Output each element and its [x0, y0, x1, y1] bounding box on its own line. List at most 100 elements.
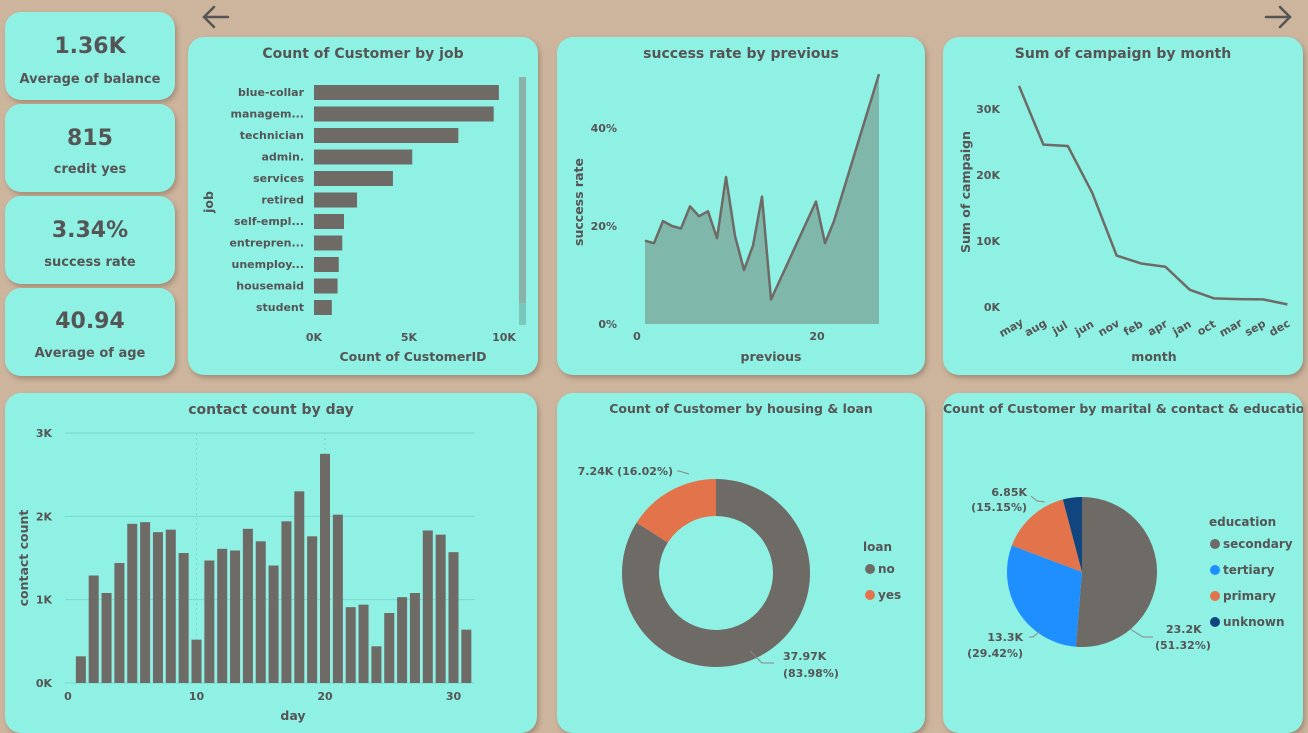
data-label: 7.24K (16.02%) [578, 465, 673, 478]
education-pie-chart: 23.2K (51.32%) 13.3K (29.42%) 6.85K (15.15%) e… [967, 486, 1293, 660]
arrow-right-icon[interactable] [1262, 4, 1294, 30]
day-bar [371, 646, 382, 683]
kpi-card-balance: 1.36K Average of balance [5, 12, 175, 100]
y-axis-label: contact count [16, 510, 31, 607]
leader-line [1030, 495, 1046, 503]
y-tick-label: 0% [598, 318, 617, 331]
y-tick-label: 40% [591, 122, 617, 135]
legend-marker [1210, 591, 1220, 601]
day-bar [320, 453, 330, 683]
y-axis-label: success rate [571, 158, 586, 246]
day-bar [294, 491, 305, 683]
day-bar [101, 593, 112, 683]
arrow-left-icon[interactable] [200, 4, 232, 30]
kpi-value: 815 [67, 126, 113, 151]
legend-marker [1210, 617, 1220, 627]
day-bar [217, 548, 228, 683]
housing-loan-donut-card: Count of Customer by housing & loan 37.9… [557, 393, 925, 733]
legend-label: tertiary [1223, 563, 1275, 577]
kpi-card-age: 40.94 Average of age [5, 288, 175, 376]
day-bar [114, 563, 125, 683]
job-bar [314, 149, 413, 165]
day-bar [178, 553, 189, 683]
job-tick-label: entrepren... [229, 237, 304, 250]
data-label: 6.85K [991, 486, 1027, 499]
y-tick-label: 20K [976, 169, 1000, 182]
y-tick-label: 0K [36, 677, 53, 690]
series-line [1017, 85, 1288, 306]
day-bar [397, 597, 408, 683]
day-bar [242, 528, 253, 683]
success-rate-area-chart: 0% 20% 40% 0 20 previous success rate [571, 73, 881, 364]
x-tick-label: 0 [64, 690, 72, 703]
day-bar [140, 522, 151, 683]
job-bar [314, 106, 494, 122]
day-bar [409, 593, 420, 683]
data-label: (29.42%) [967, 647, 1023, 660]
x-tick-label: 0K [306, 331, 323, 344]
x-tick-label: 30 [446, 690, 462, 703]
y-tick-label: 30K [976, 103, 1000, 116]
y-axis-label: job [201, 191, 216, 214]
job-tick-label: blue-collar [238, 86, 305, 99]
job-bar-chart-card: Count of Customer by job blue-collar mana… [188, 37, 538, 375]
job-tick-label: unemploy... [232, 258, 304, 271]
kpi-card-credit: 815 credit yes [5, 104, 175, 192]
legend-marker [1210, 539, 1220, 549]
campaign-line-chart-card: Sum of campaign by month 0K 10K 20K 30K may a… [943, 37, 1303, 375]
data-label: (83.98%) [783, 667, 839, 680]
job-tick-label: student [256, 301, 304, 314]
x-tick-label: jul [1049, 318, 1070, 337]
legend-label: unknown [1223, 615, 1284, 629]
chart-title: success rate by previous [643, 46, 839, 62]
x-tick-label: jun [1072, 317, 1096, 338]
job-bar [314, 214, 345, 229]
day-bar [165, 529, 176, 683]
day-bar [268, 565, 279, 683]
x-tick-label: sep [1243, 317, 1269, 339]
housing-loan-donut-chart: 37.97K (83.98%) 7.24K (16.02%) loan no yes [578, 465, 901, 680]
chart-title: contact count by day [188, 402, 354, 418]
day-bar [307, 536, 318, 683]
y-tick-label: 2K [36, 510, 53, 523]
day-bar [75, 656, 86, 683]
day-bar [345, 607, 356, 683]
chart-title: Count of Customer by job [262, 46, 464, 62]
chart-title: Count of Customer by housing & loan [609, 401, 873, 416]
data-label: 13.3K [987, 631, 1023, 644]
x-tick-label: 0 [633, 330, 641, 343]
job-bar-chart: blue-collar managem... technician admin. ser… [201, 77, 526, 364]
pie-slice [1075, 497, 1157, 647]
y-tick-label: 3K [36, 427, 53, 440]
legend-label: yes [878, 588, 901, 602]
x-axis-label: previous [741, 349, 802, 364]
day-bar [281, 521, 292, 683]
chart-title: Sum of campaign by month [1014, 46, 1232, 62]
leader-line [1029, 630, 1041, 638]
legend-marker [865, 564, 875, 574]
kpi-label: Average of age [34, 346, 146, 361]
x-tick-label: mar [1217, 316, 1245, 340]
legend-label: primary [1223, 589, 1276, 603]
legend-label: no [878, 562, 895, 576]
job-tick-label: admin. [261, 151, 304, 164]
job-bar [314, 192, 358, 208]
job-bar [314, 85, 499, 100]
job-tick-label: housemaid [236, 280, 304, 293]
job-bar [314, 257, 339, 272]
day-bar [127, 523, 138, 683]
y-tick-label: 0K [984, 301, 1001, 314]
job-tick-label: retired [261, 194, 304, 207]
data-label: 37.97K [783, 650, 827, 663]
education-pie-card: Count of Customer by marital & contact &… [943, 393, 1303, 733]
y-tick-label: 20% [591, 220, 617, 233]
day-bar [422, 530, 433, 683]
legend-marker [1210, 565, 1220, 575]
kpi-label: credit yes [53, 162, 127, 177]
day-bar [384, 613, 395, 683]
x-tick-label: apr [1145, 317, 1170, 339]
job-bar [314, 128, 459, 143]
day-bar [230, 550, 241, 683]
kpi-value: 1.36K [54, 34, 126, 59]
contact-day-chart-card: contact count by day 0K 1K 2K 3K 0 10 20 30 day c… [5, 393, 537, 733]
